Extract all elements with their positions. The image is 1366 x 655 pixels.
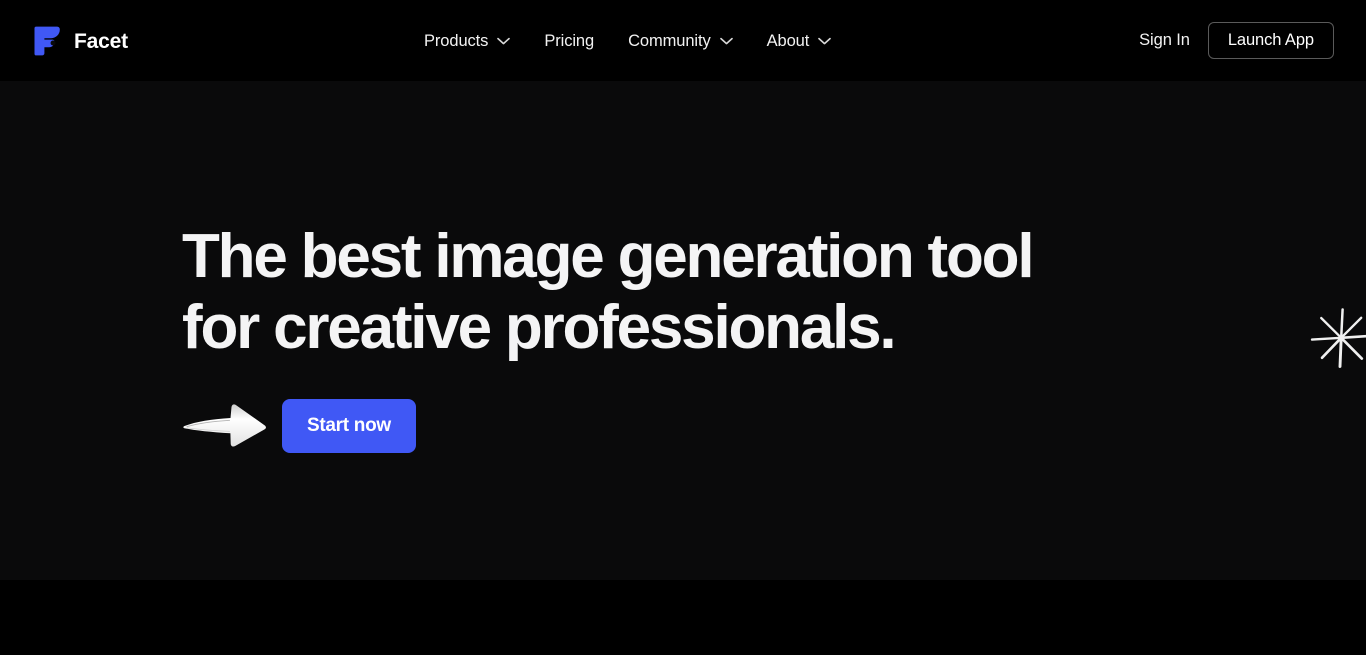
- start-now-button[interactable]: Start now: [282, 399, 416, 453]
- launch-app-button[interactable]: Launch App: [1207, 21, 1334, 59]
- nav-item-products[interactable]: Products: [424, 31, 511, 50]
- site-header: Facet Products Pricing Community About S…: [0, 0, 1366, 81]
- nav-item-pricing[interactable]: Pricing: [544, 33, 594, 50]
- landing-page: Facet Products Pricing Community About S…: [0, 0, 1366, 655]
- main-nav: Products Pricing Community About: [424, 28, 832, 54]
- nav-item-about[interactable]: About: [767, 33, 832, 50]
- page-bottom-band: [0, 580, 1366, 655]
- nav-item-label: Pricing: [544, 31, 595, 50]
- nav-item-label: About: [766, 31, 810, 50]
- hero-content: The best image generation tool for creat…: [182, 81, 1366, 580]
- chevron-down-icon: [497, 37, 511, 45]
- brand-name: Facet: [74, 29, 128, 53]
- hero-cta-row: Start now: [182, 398, 416, 454]
- hand-drawn-arrow-right-icon: [183, 404, 266, 447]
- hand-drawn-sparkle-asterisk-icon: [1310, 308, 1366, 368]
- brand-logo[interactable]: Facet: [34, 22, 128, 60]
- chevron-down-icon: [818, 37, 832, 45]
- nav-item-community[interactable]: Community: [628, 33, 733, 50]
- hero-section: The best image generation tool for creat…: [0, 81, 1366, 580]
- page-title: The best image generation tool for creat…: [182, 222, 1035, 362]
- nav-item-label: Community: [628, 31, 711, 50]
- sign-in-link[interactable]: Sign In: [1139, 32, 1190, 49]
- chevron-down-icon: [719, 37, 733, 45]
- header-actions: Sign In Launch App: [1139, 21, 1334, 59]
- facet-f-logo-icon: [34, 26, 60, 56]
- nav-item-label: Products: [424, 31, 489, 50]
